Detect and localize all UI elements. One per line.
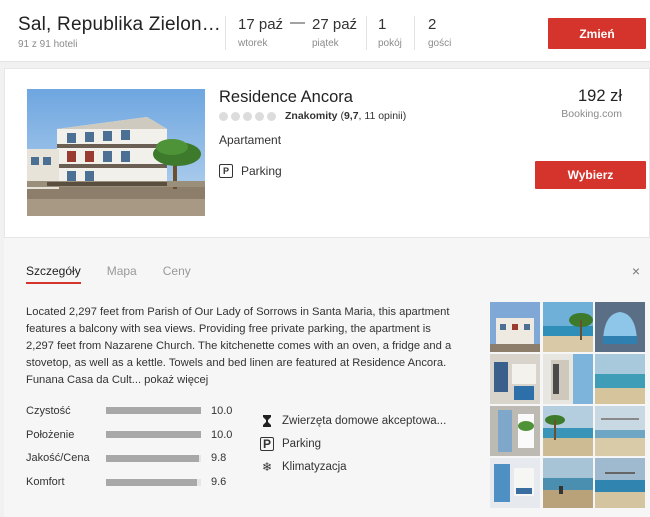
- guests-field[interactable]: 2 gości: [428, 16, 451, 49]
- score-bar: [106, 454, 201, 462]
- hotel-count: 91 z 91 hoteli: [18, 39, 78, 50]
- date-dash: —: [290, 14, 305, 31]
- facility-label: Zwierzęta domowe akceptowa...: [282, 414, 447, 427]
- divider: [414, 16, 415, 50]
- hotel-name[interactable]: Residence Ancora: [219, 88, 353, 107]
- rating-dot: [255, 111, 264, 121]
- score-label: Jakość/Cena: [26, 452, 90, 465]
- destination-name: Sal, Republika Zielon…: [18, 14, 221, 35]
- checkin-field[interactable]: 17 paź wtorek: [238, 16, 283, 49]
- score-value: 9.8: [211, 452, 227, 465]
- gallery-photo[interactable]: [595, 354, 645, 404]
- gallery-photo[interactable]: [490, 458, 540, 508]
- accommodation-type: Apartament: [219, 133, 282, 147]
- tab-details[interactable]: Szczegóły: [26, 264, 81, 284]
- destination-field[interactable]: Sal, Republika Zielon… 91 z 91 hoteli: [18, 14, 221, 50]
- gallery-photo[interactable]: [490, 302, 540, 352]
- description-text: Located 2,297 feet from Parish of Our La…: [26, 306, 452, 387]
- score-list: Czystość 10.0 Położenie 10.0 Jakość/Cena…: [26, 399, 246, 494]
- photo-gallery: [490, 302, 645, 508]
- amenity-label: Parking: [241, 164, 282, 178]
- snowflake-icon: ❄: [261, 459, 273, 474]
- score-fill: [106, 407, 201, 415]
- checkout-date: 27 paź: [312, 16, 358, 33]
- rating-reviews: , 11 opinii): [358, 110, 407, 122]
- score-row: Położenie 10.0: [26, 423, 246, 447]
- parking-icon: P: [219, 164, 233, 178]
- score-bar: [106, 478, 201, 486]
- score-row: Komfort 9.6: [26, 470, 246, 494]
- checkout-day: piątek: [312, 38, 339, 49]
- score-value: 10.0: [211, 404, 233, 417]
- divider: [225, 16, 226, 50]
- score-value: 9.6: [211, 476, 227, 489]
- rooms-label: pokój: [378, 38, 402, 49]
- facility-item: ❄ Klimatyzacja: [260, 455, 446, 478]
- gallery-photo[interactable]: [542, 302, 593, 352]
- rating-dot: [267, 111, 276, 121]
- rating-dot: [231, 111, 240, 121]
- show-more-link[interactable]: pokaż więcej: [144, 374, 208, 386]
- guests-value: 2: [428, 16, 437, 33]
- hotel-card: Residence Ancora Znakomity (9,7, 11 opin…: [4, 68, 650, 238]
- checkin-day: wtorek: [238, 38, 268, 49]
- score-value: 10.0: [211, 428, 233, 441]
- hotel-photo-image: [27, 89, 205, 216]
- score-fill: [106, 478, 198, 486]
- rating-score: 9,7: [343, 110, 359, 122]
- hotel-photo[interactable]: [27, 89, 205, 216]
- score-row: Jakość/Cena 9.8: [26, 447, 246, 471]
- score-bar: [106, 407, 201, 415]
- facility-list: Zwierzęta domowe akceptowa... P Parking …: [260, 409, 446, 478]
- facility-item: Zwierzęta domowe akceptowa...: [260, 409, 446, 432]
- score-fill: [106, 454, 200, 462]
- rating-row: Znakomity (9,7, 11 opinii): [219, 110, 406, 122]
- pet-icon: [260, 414, 274, 428]
- tab-map[interactable]: Mapa: [107, 264, 137, 284]
- rooms-value: 1: [378, 16, 387, 33]
- gallery-photo[interactable]: [490, 406, 540, 456]
- select-button[interactable]: Wybierz: [535, 161, 646, 189]
- score-bar: [106, 431, 201, 439]
- facility-label: Klimatyzacja: [282, 460, 347, 473]
- parking-icon: P: [260, 436, 274, 451]
- amenity-parking: P Parking: [219, 164, 282, 178]
- score-row: Czystość 10.0: [26, 399, 246, 423]
- gallery-photo[interactable]: [542, 458, 593, 508]
- price-provider[interactable]: Booking.com: [561, 108, 622, 120]
- checkout-field[interactable]: 27 paź piątek: [312, 16, 357, 49]
- rating-dot: [219, 111, 228, 121]
- search-bar: Sal, Republika Zielon… 91 z 91 hoteli 17…: [0, 0, 650, 62]
- gallery-photo[interactable]: [595, 458, 645, 508]
- gallery-photo[interactable]: [595, 406, 645, 456]
- rating-word: Znakomity: [285, 110, 338, 122]
- divider: [366, 16, 367, 50]
- score-label: Komfort: [26, 476, 65, 489]
- description: Located 2,297 feet from Parish of Our La…: [26, 304, 458, 389]
- rooms-field[interactable]: 1 pokój: [378, 16, 402, 49]
- score-label: Położenie: [26, 428, 75, 441]
- rating-dot: [243, 111, 252, 121]
- gallery-photo[interactable]: [490, 354, 540, 404]
- checkin-date: 17 paź: [238, 16, 284, 33]
- guests-label: gości: [428, 38, 452, 49]
- price[interactable]: 192 zł: [578, 87, 622, 106]
- gallery-photo[interactable]: [542, 406, 593, 456]
- rating-text[interactable]: Znakomity (9,7, 11 opinii): [285, 110, 406, 122]
- close-icon[interactable]: ×: [632, 263, 640, 279]
- facility-label: Parking: [282, 437, 321, 450]
- details-panel: Szczegóły Mapa Ceny × Located 2,297 feet…: [4, 238, 650, 517]
- tab-prices[interactable]: Ceny: [163, 264, 191, 284]
- details-tabs: Szczegóły Mapa Ceny: [26, 264, 217, 284]
- facility-item: P Parking: [260, 432, 446, 455]
- change-button[interactable]: Zmień: [548, 18, 646, 49]
- gallery-photo[interactable]: [595, 302, 645, 352]
- gallery-photo[interactable]: [542, 354, 593, 404]
- score-fill: [106, 431, 201, 439]
- score-label: Czystość: [26, 404, 71, 417]
